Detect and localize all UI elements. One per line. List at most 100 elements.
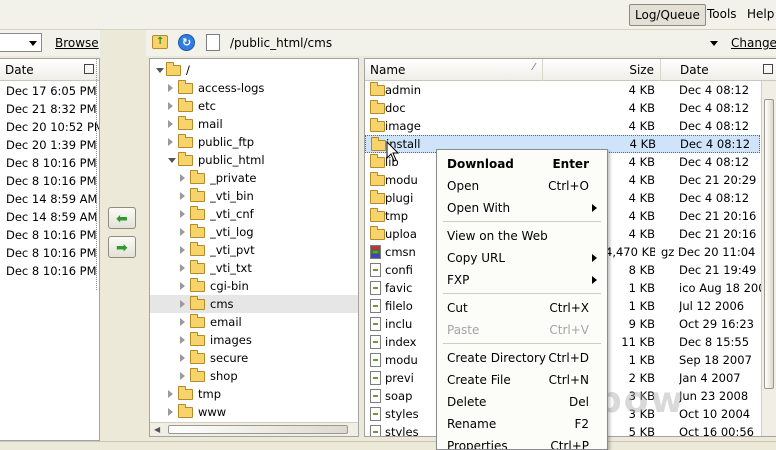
column-chooser-icon[interactable] <box>763 64 773 74</box>
tree-node[interactable]: _vti_txt <box>150 259 358 277</box>
collapse-icon[interactable] <box>168 158 176 163</box>
menu-item-create-file[interactable]: Create File Ctrl+N <box>437 369 607 391</box>
local-file-row[interactable]: Dec 8 10:16 PM <box>0 262 99 280</box>
file-row[interactable]: admin 4 KB Dec 4 08:12 <box>365 81 760 99</box>
menu-item-create-directory[interactable]: Create Directory Ctrl+D <box>437 347 607 369</box>
tree-node[interactable]: _vti_log <box>150 223 358 241</box>
folder-icon <box>370 118 385 132</box>
local-file-row[interactable]: Dec 8 10:16 PM <box>0 244 99 262</box>
expand-icon[interactable] <box>180 192 185 200</box>
remote-folder-tree[interactable]: / access-logs etc mail public_ftp public_html… <box>149 58 359 437</box>
tree-node[interactable]: _private <box>150 169 358 187</box>
tree-node[interactable]: public_ftp <box>150 133 358 151</box>
tree-node[interactable]: _vti_bin <box>150 187 358 205</box>
sort-icon: ⁄ <box>533 62 535 73</box>
tree-node[interactable]: access-logs <box>150 79 358 97</box>
remote-path-input[interactable]: /public_html/cms <box>226 33 720 53</box>
tree-node[interactable]: tmp <box>150 385 358 403</box>
expand-icon[interactable] <box>180 174 185 182</box>
download-arrow-button[interactable]: ⬅ <box>108 207 136 229</box>
local-splitter[interactable] <box>96 58 100 290</box>
local-path-dropdown[interactable] <box>0 33 42 52</box>
menu-item-cut[interactable]: Cut Ctrl+X <box>437 297 607 319</box>
tree-node[interactable]: _vti_cnf <box>150 205 358 223</box>
menu-item-open[interactable]: Open Ctrl+O <box>437 175 607 197</box>
expand-icon[interactable] <box>168 390 173 398</box>
menu-item-properties[interactable]: Properties Ctrl+P <box>437 435 607 450</box>
browse-button[interactable]: Browse <box>55 36 99 50</box>
expand-icon[interactable] <box>180 372 185 380</box>
file-scroll-thumb[interactable] <box>764 99 774 389</box>
refresh-icon[interactable]: ↻ <box>178 34 195 51</box>
collapse-icon[interactable] <box>156 68 164 73</box>
column-chooser-icon[interactable] <box>84 64 94 74</box>
expand-icon[interactable] <box>180 336 185 344</box>
tree-node[interactable]: / <box>150 61 358 79</box>
local-file-row[interactable]: Dec 20 10:52 PM <box>0 118 99 136</box>
tree-node[interactable]: email <box>150 313 358 331</box>
date-column-header[interactable]: Date <box>661 59 761 81</box>
local-file-panel[interactable]: Date Dec 17 6:05 PM Dec 21 8:32 PM Dec 20 … <box>0 58 100 441</box>
expand-icon[interactable] <box>168 120 173 128</box>
tree-node[interactable]: cms <box>150 295 358 313</box>
expand-icon[interactable] <box>180 246 185 254</box>
expand-icon[interactable] <box>180 354 185 362</box>
expand-icon[interactable] <box>168 84 173 92</box>
local-file-row[interactable]: Dec 8 10:16 PM <box>0 172 99 190</box>
scroll-left-icon[interactable]: ◀ <box>154 425 160 434</box>
menu-item-rename[interactable]: Rename F2 <box>437 413 607 435</box>
menu-item-shortcut: Ctrl+P <box>550 439 589 450</box>
menu-item-fxp[interactable]: FXP <box>437 269 607 291</box>
local-file-date: Dec 8 10:16 PM <box>6 264 97 278</box>
tree-node-label: public_html <box>198 153 265 167</box>
local-file-row[interactable]: Dec 8 10:16 PM <box>0 154 99 172</box>
tools-menu[interactable]: Tools <box>702 4 742 26</box>
expand-icon[interactable] <box>180 318 185 326</box>
expand-icon[interactable] <box>180 282 185 290</box>
parent-folder-icon[interactable]: ↑ <box>152 35 168 49</box>
tree-node[interactable]: mail <box>150 115 358 133</box>
tree-node[interactable]: secure <box>150 349 358 367</box>
file-icon <box>370 335 381 349</box>
file-row[interactable]: doc 4 KB Dec 4 08:12 <box>365 99 760 117</box>
expand-icon[interactable] <box>168 102 173 110</box>
upload-arrow-button[interactable]: ➡ <box>108 236 136 258</box>
local-file-row[interactable]: Dec 8 10:16 PM <box>0 226 99 244</box>
menu-item-download[interactable]: Download Enter <box>437 153 607 175</box>
expand-icon[interactable] <box>180 210 185 218</box>
tree-node[interactable]: www <box>150 403 358 421</box>
local-file-row[interactable]: Dec 14 8:59 AM <box>0 190 99 208</box>
menu-item-open-with[interactable]: Open With <box>437 197 607 219</box>
tree-scroll-thumb[interactable] <box>168 425 348 434</box>
menu-item-delete[interactable]: Delete Del <box>437 391 607 413</box>
name-column-header[interactable]: Name <box>365 59 543 81</box>
expand-icon[interactable] <box>180 300 185 308</box>
expand-icon[interactable] <box>168 408 173 416</box>
log-queue-button[interactable]: Log/Queue <box>629 4 706 26</box>
folder-icon <box>370 100 385 114</box>
local-file-row[interactable]: Dec 20 1:39 PM <box>0 136 99 154</box>
expand-icon[interactable] <box>180 228 185 236</box>
help-menu[interactable]: Help <box>742 4 776 26</box>
local-file-row[interactable]: Dec 17 6:05 PM <box>0 82 99 100</box>
expand-icon[interactable] <box>168 138 173 146</box>
local-file-row[interactable]: Dec 21 8:32 PM <box>0 100 99 118</box>
tree-node[interactable]: shop <box>150 367 358 385</box>
change-button[interactable]: Change <box>731 36 776 50</box>
tree-node[interactable]: _vti_pvt <box>150 241 358 259</box>
file-row[interactable]: images4 KBDec 4 08:12 <box>365 117 760 135</box>
context-menu[interactable]: Download Enter Open Ctrl+O Open With View on … <box>436 149 608 450</box>
size-column-header[interactable]: Size <box>543 59 661 81</box>
menu-item-copy-url[interactable]: Copy URL <box>437 247 607 269</box>
tree-horizontal-scrollbar[interactable]: ◀ <box>150 422 358 436</box>
file-vertical-scrollbar[interactable] <box>761 81 776 436</box>
tree-node[interactable]: public_html <box>150 151 358 169</box>
tree-node[interactable]: images <box>150 331 358 349</box>
menu-item-view-on-the-web[interactable]: View on the Web <box>437 225 607 247</box>
expand-icon[interactable] <box>180 264 185 272</box>
local-file-row[interactable]: Dec 14 8:59 AM <box>0 208 99 226</box>
chevron-down-icon[interactable] <box>710 41 718 46</box>
tree-node[interactable]: etc <box>150 97 358 115</box>
tree-node[interactable]: cgi-bin <box>150 277 358 295</box>
file-size: 4 KB <box>628 227 655 241</box>
